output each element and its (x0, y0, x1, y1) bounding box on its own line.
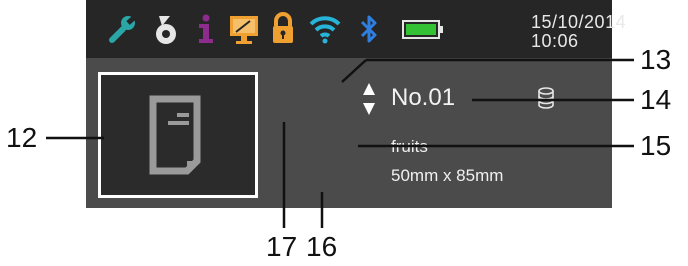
callout-17: 17 (266, 231, 298, 262)
callout-14: 14 (640, 84, 672, 115)
ink-drop-icon (156, 16, 176, 44)
monitor-icon (230, 16, 258, 44)
database-icon (538, 87, 554, 109)
date-time: 15/10/2014 10:06 (531, 13, 626, 51)
template-name: fruits (391, 137, 428, 156)
wifi-icon (309, 16, 341, 44)
callout-13: 13 (640, 44, 672, 75)
template-size: 50mm x 85mm (391, 166, 504, 185)
callout-12: 12 (6, 122, 38, 153)
callout-16: 16 (306, 231, 338, 262)
template-thumbnail (98, 72, 258, 198)
up-down-arrows-icon[interactable] (362, 82, 376, 116)
bluetooth-icon (360, 15, 377, 43)
template-number: No.01 (391, 84, 456, 111)
lcd-screen: 15/10/2014 10:06 No.01 fruits 50mm x 85m… (86, 0, 626, 208)
status-bar: 15/10/2014 10:06 (86, 0, 626, 58)
time-text: 10:06 (531, 31, 579, 51)
lock-icon (273, 12, 293, 43)
wrench-icon (109, 14, 138, 43)
document-icon (149, 95, 201, 175)
callout-15: 15 (640, 130, 672, 161)
date-text: 15/10/2014 (531, 12, 627, 32)
battery-icon (402, 20, 443, 39)
info-icon (199, 14, 213, 43)
